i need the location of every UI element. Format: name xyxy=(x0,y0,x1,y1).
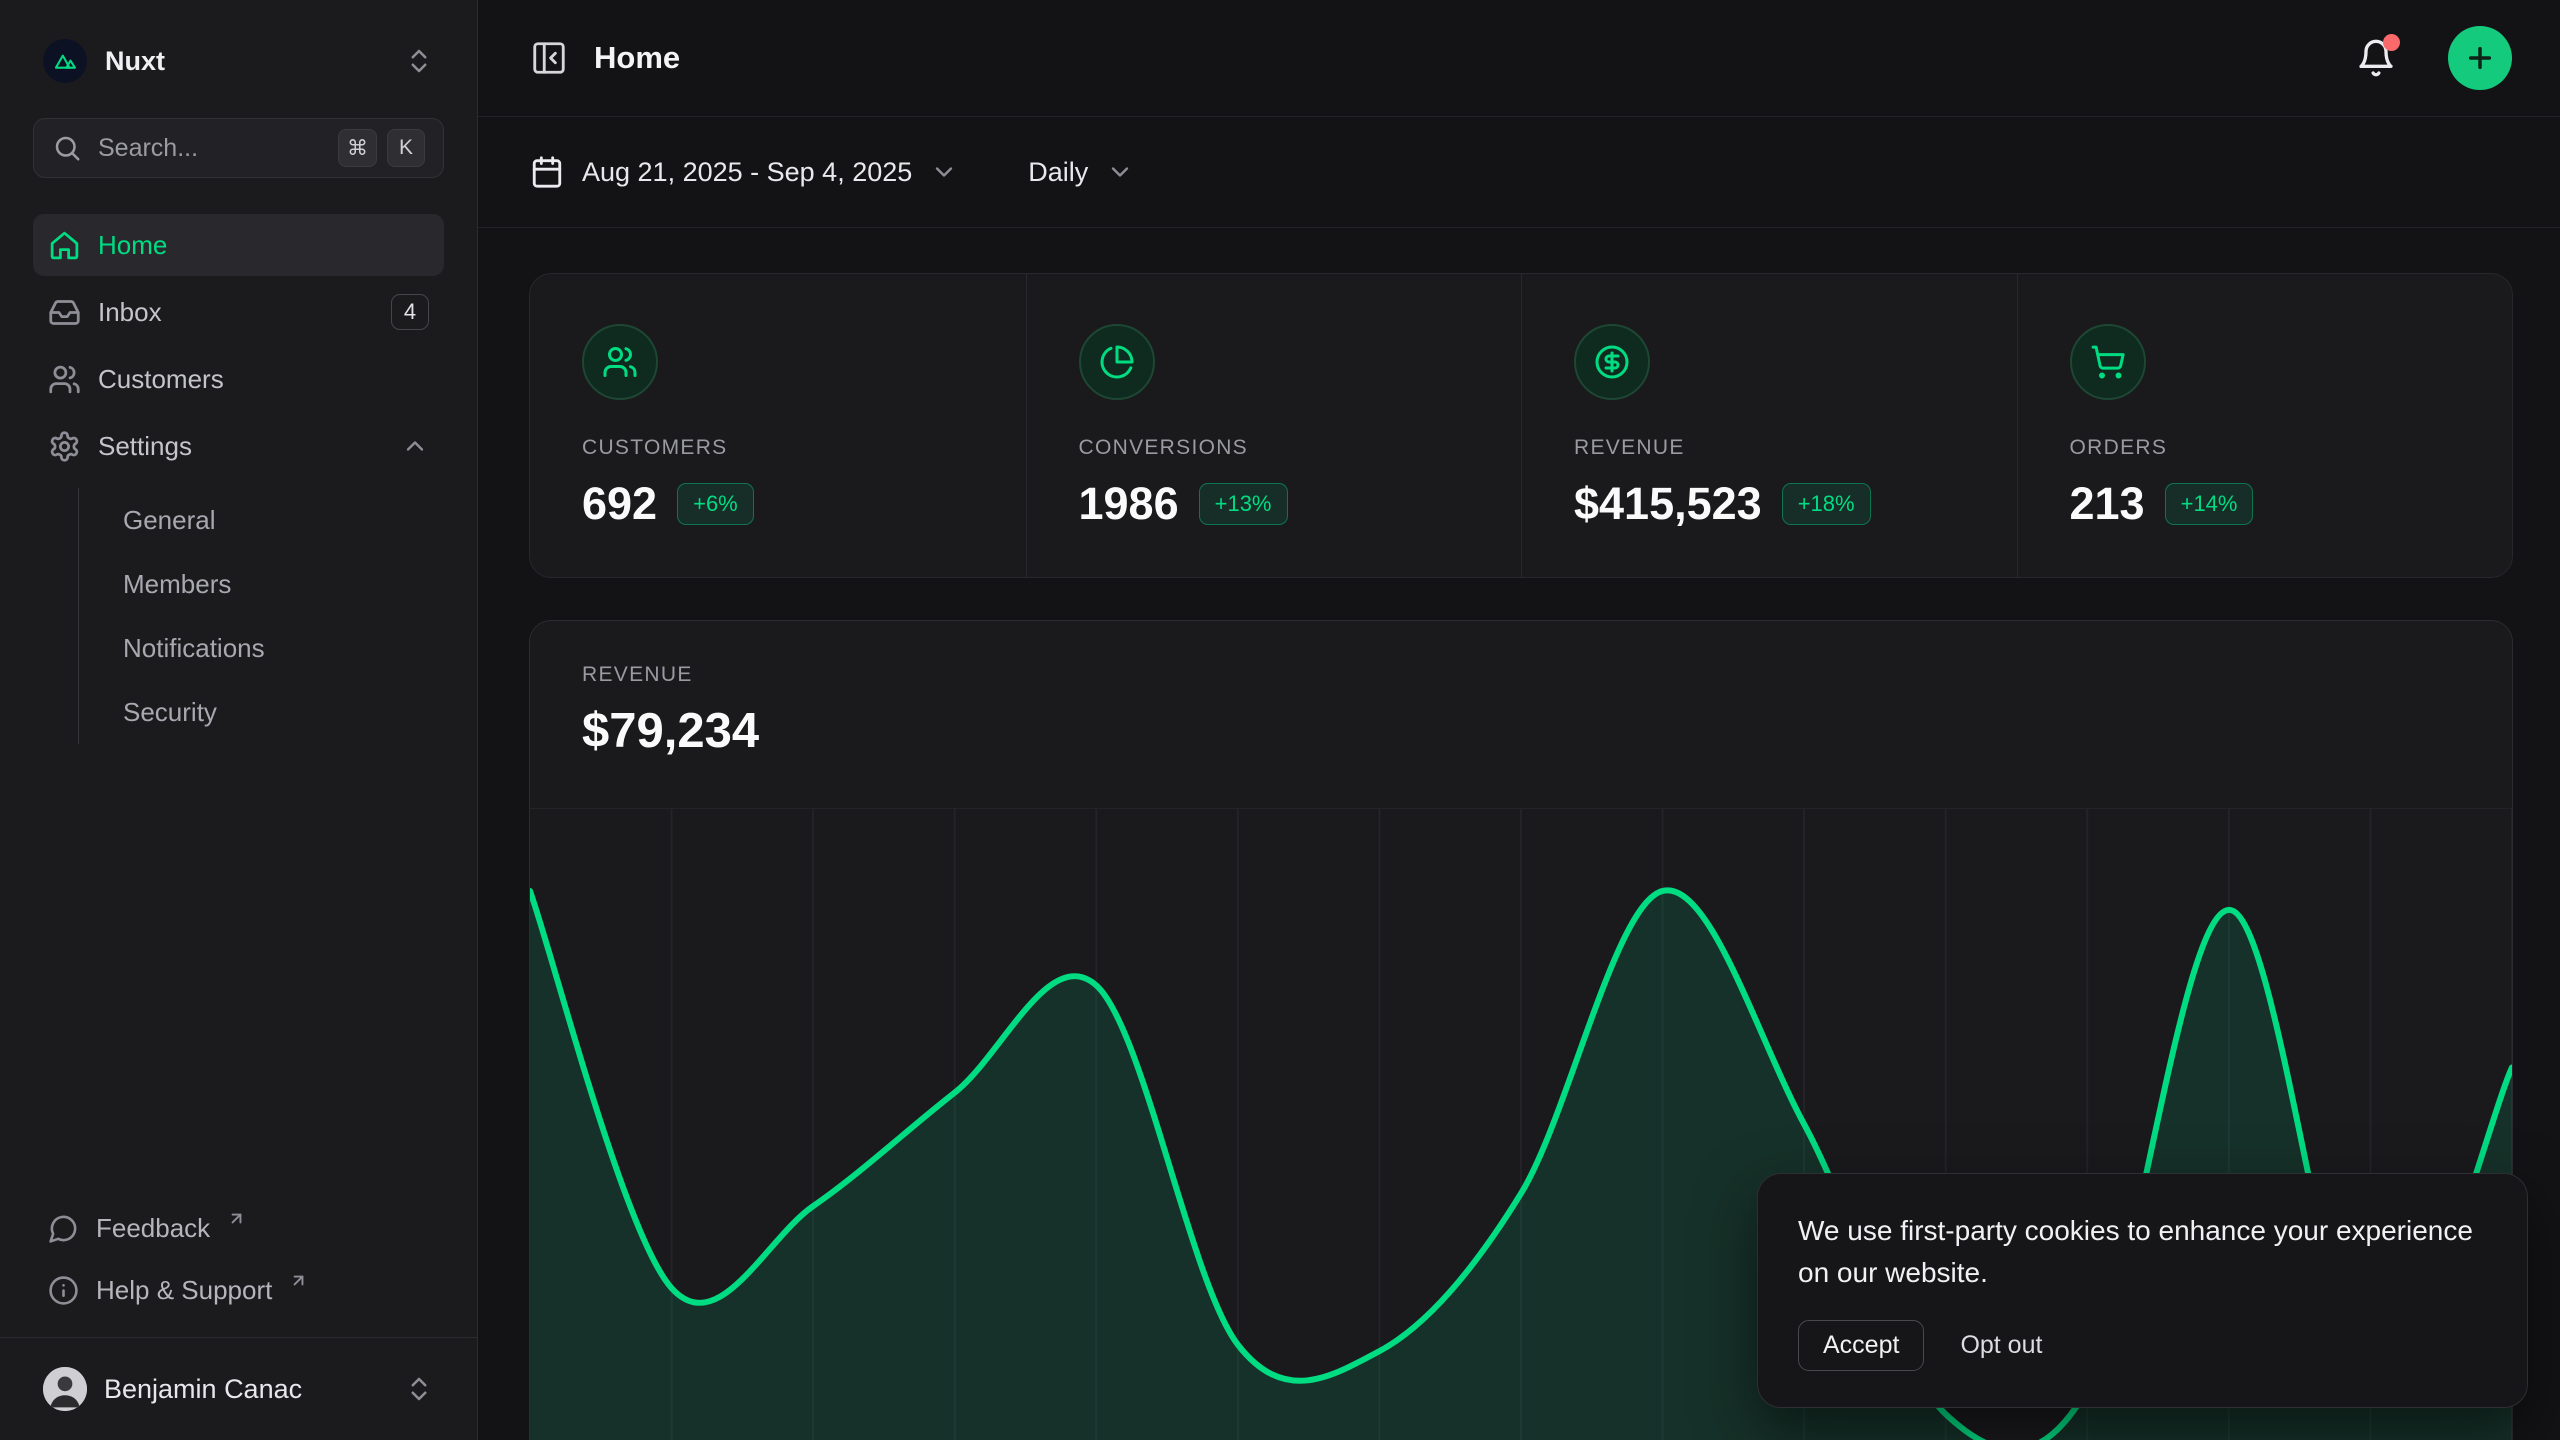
accept-button[interactable]: Accept xyxy=(1798,1320,1924,1371)
sidebar-item-customers[interactable]: Customers xyxy=(33,348,444,410)
filters-bar: Aug 21, 2025 - Sep 4, 2025 Daily xyxy=(478,117,2560,228)
stat-delta-badge: +18% xyxy=(1782,483,1871,525)
chevrons-up-down-icon xyxy=(404,1374,434,1404)
calendar-icon xyxy=(530,155,564,189)
sidebar-item-settings[interactable]: Settings xyxy=(33,415,444,477)
help-support-label: Help & Support xyxy=(96,1275,272,1306)
revenue-chart-value: $79,234 xyxy=(582,703,2460,759)
inbox-count-badge: 4 xyxy=(391,294,429,330)
sidebar-item-security[interactable]: Security xyxy=(123,680,444,744)
team-switcher[interactable]: Nuxt xyxy=(33,30,444,92)
sidebar: Nuxt Search... ⌘ K xyxy=(0,0,478,1440)
users-icon xyxy=(582,324,658,400)
home-icon xyxy=(48,229,81,262)
external-link-icon xyxy=(289,1271,308,1290)
search-icon xyxy=(52,133,82,163)
search-input[interactable]: Search... ⌘ K xyxy=(33,118,444,178)
stat-label: CUSTOMERS xyxy=(582,436,974,460)
sidebar-footer: Feedback Help & Support xyxy=(0,1197,477,1337)
cookie-consent-banner: We use first-party cookies to enhance yo… xyxy=(1757,1173,2528,1408)
sidebar-user-section: Benjamin Canac xyxy=(0,1337,477,1440)
stat-revenue[interactable]: REVENUE $415,523 +18% xyxy=(1521,274,2017,578)
sidebar-item-label: Customers xyxy=(98,364,429,395)
sidebar-item-label: Home xyxy=(98,230,429,261)
team-name: Nuxt xyxy=(105,46,386,77)
stat-customers[interactable]: CUSTOMERS 692 +6% xyxy=(530,274,1026,578)
period-select[interactable]: Daily xyxy=(1028,157,1134,188)
stat-value: $415,523 xyxy=(1574,478,1762,530)
page-header: Home xyxy=(478,0,2560,117)
stat-label: REVENUE xyxy=(1574,436,1965,460)
add-button[interactable] xyxy=(2448,26,2512,90)
shopping-cart-icon xyxy=(2070,324,2146,400)
help-support-link[interactable]: Help & Support xyxy=(33,1259,444,1321)
revenue-chart-label: REVENUE xyxy=(582,663,2460,687)
chevron-down-icon xyxy=(1106,158,1134,186)
chevrons-up-down-icon xyxy=(404,46,434,76)
opt-out-button[interactable]: Opt out xyxy=(1960,1331,2042,1360)
stat-value: 213 xyxy=(2070,478,2145,530)
stat-delta-badge: +13% xyxy=(1199,483,1288,525)
sidebar-spacer xyxy=(0,750,477,1197)
inbox-icon xyxy=(48,296,81,329)
info-circle-icon xyxy=(48,1275,79,1306)
external-link-icon xyxy=(227,1209,246,1228)
pie-chart-icon xyxy=(1079,324,1155,400)
search-placeholder: Search... xyxy=(98,134,322,163)
stat-value: 1986 xyxy=(1079,478,1179,530)
page-title: Home xyxy=(594,40,2330,76)
sidebar-item-label: General xyxy=(123,505,216,536)
stat-label: CONVERSIONS xyxy=(1079,436,1470,460)
sidebar-item-label: Members xyxy=(123,569,231,600)
users-icon xyxy=(48,363,81,396)
chevron-up-icon xyxy=(401,432,429,460)
stats-row: CUSTOMERS 692 +6% CONVERSIONS 1986 xyxy=(529,273,2513,578)
notification-dot xyxy=(2383,34,2400,51)
sidebar-nav: Home Inbox 4 C xyxy=(0,214,477,750)
date-range-value: Aug 21, 2025 - Sep 4, 2025 xyxy=(582,157,912,188)
user-menu-button[interactable]: Benjamin Canac xyxy=(33,1358,444,1420)
stat-delta-badge: +14% xyxy=(2165,483,2254,525)
sidebar-item-label: Settings xyxy=(98,431,384,462)
revenue-chart-header: REVENUE $79,234 xyxy=(530,621,2512,759)
cookie-actions: Accept Opt out xyxy=(1798,1320,2487,1371)
sidebar-collapse-icon[interactable] xyxy=(530,39,568,77)
kbd-k: K xyxy=(387,129,425,167)
period-value: Daily xyxy=(1028,157,1088,188)
feedback-label: Feedback xyxy=(96,1213,210,1244)
sidebar-item-home[interactable]: Home xyxy=(33,214,444,276)
settings-children: General Members Notifications Security xyxy=(78,488,444,744)
dollar-circle-icon xyxy=(1574,324,1650,400)
sidebar-item-members[interactable]: Members xyxy=(123,552,444,616)
cookie-message: We use first-party cookies to enhance yo… xyxy=(1798,1210,2487,1294)
sidebar-item-label: Notifications xyxy=(123,633,265,664)
kbd-cmd: ⌘ xyxy=(338,129,377,167)
stat-value: 692 xyxy=(582,478,657,530)
sidebar-item-notifications[interactable]: Notifications xyxy=(123,616,444,680)
chevron-down-icon xyxy=(930,158,958,186)
message-bubble-icon xyxy=(48,1213,79,1244)
stat-delta-badge: +6% xyxy=(677,483,754,525)
avatar xyxy=(43,1367,87,1411)
stat-conversions[interactable]: CONVERSIONS 1986 +13% xyxy=(1026,274,1522,578)
feedback-link[interactable]: Feedback xyxy=(33,1197,444,1259)
user-name: Benjamin Canac xyxy=(104,1374,387,1405)
sidebar-item-label: Inbox xyxy=(98,297,374,328)
gear-icon xyxy=(48,430,81,463)
sidebar-item-label: Security xyxy=(123,697,217,728)
notifications-bell-button[interactable] xyxy=(2356,38,2396,78)
sidebar-item-inbox[interactable]: Inbox 4 xyxy=(33,281,444,343)
stat-orders[interactable]: ORDERS 213 +14% xyxy=(2017,274,2513,578)
stat-label: ORDERS xyxy=(2070,436,2461,460)
sidebar-item-general[interactable]: General xyxy=(123,488,444,552)
nuxt-logo-icon xyxy=(43,39,87,83)
date-range-picker[interactable]: Aug 21, 2025 - Sep 4, 2025 xyxy=(530,155,958,189)
